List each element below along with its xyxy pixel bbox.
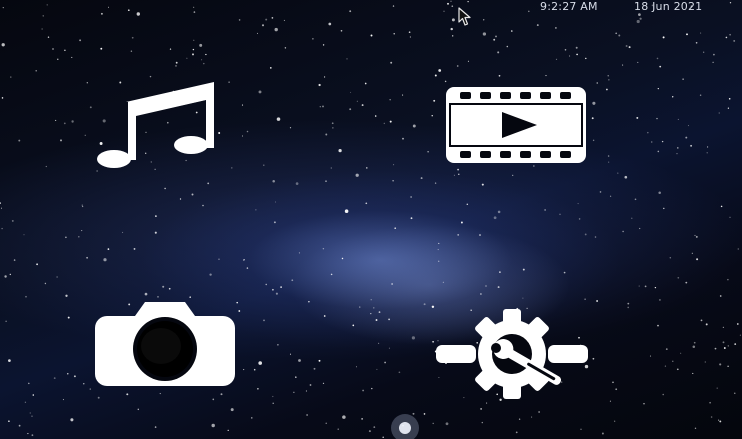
- mouse-cursor-icon: [458, 7, 471, 26]
- gear-wrench-icon: [436, 309, 588, 399]
- desktop: 9:2:27 AM 18 Jun 2021: [0, 0, 742, 439]
- clock-time: 9:2:27 AM: [540, 0, 598, 13]
- video-launcher[interactable]: [446, 87, 586, 163]
- top-status-bar: 9:2:27 AM 18 Jun 2021: [0, 0, 742, 16]
- music-note-icon: [97, 82, 214, 168]
- clock-date: 18 Jun 2021: [634, 0, 703, 13]
- film-play-icon: [446, 87, 586, 163]
- music-launcher[interactable]: [96, 80, 216, 170]
- camera-icon: [95, 302, 235, 386]
- camera-launcher[interactable]: [95, 302, 235, 386]
- settings-launcher[interactable]: [435, 309, 589, 399]
